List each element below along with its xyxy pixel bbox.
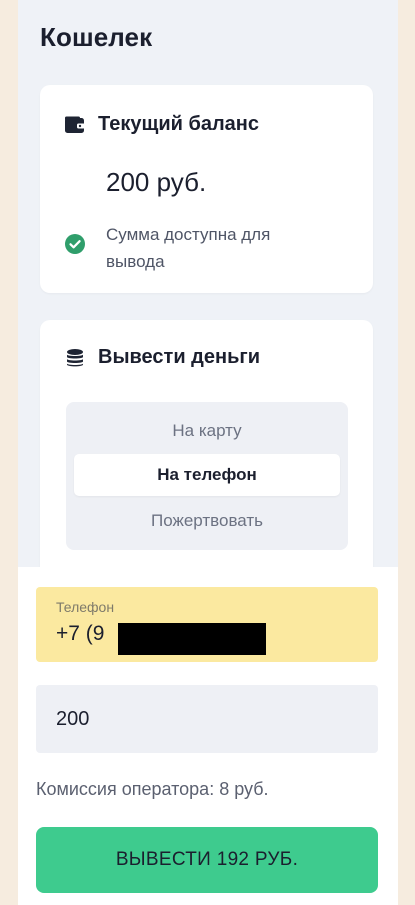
wallet-icon: [64, 114, 86, 136]
balance-card-header: Текущий баланс: [64, 113, 259, 136]
redaction-box: [118, 623, 266, 655]
balance-card-title: Текущий баланс: [98, 113, 260, 135]
amount-input[interactable]: [56, 685, 356, 753]
option-donate[interactable]: Пожертвовать: [74, 500, 340, 542]
coins-icon: [64, 347, 86, 369]
balance-status-text: Сумма доступна для вывода: [106, 225, 271, 271]
withdraw-button[interactable]: ВЫВЕСТИ 192 РУБ.: [36, 827, 378, 893]
withdraw-method-selector: На карту На телефон Пожертвовать: [66, 402, 348, 550]
commission-text: Комиссия оператора: 8 руб.: [36, 779, 269, 799]
wallet-screen: Кошелек Текущий баланс 200 руб. Сумма до…: [18, 0, 398, 905]
balance-card: Текущий баланс 200 руб. Сумма доступна д…: [40, 85, 373, 293]
phone-field[interactable]: Телефон +7 (9: [36, 587, 378, 662]
phone-field-value[interactable]: +7 (9: [56, 622, 104, 646]
amount-field[interactable]: [36, 685, 378, 753]
withdraw-card: Вывести деньги На карту На телефон Пожер…: [40, 320, 373, 600]
option-phone[interactable]: На телефон: [74, 454, 340, 496]
withdraw-card-header: Вывести деньги: [64, 346, 260, 369]
balance-amount: 200 руб.: [106, 167, 207, 197]
option-card[interactable]: На карту: [74, 410, 340, 452]
page-title: Кошелек: [40, 22, 153, 52]
phone-field-label: Телефон: [56, 599, 115, 615]
withdraw-card-title: Вывести деньги: [98, 346, 261, 368]
check-circle-icon: [65, 234, 85, 254]
withdraw-form: Телефон +7 (9 Комиссия оператора: 8 руб.…: [18, 567, 398, 905]
balance-status: Сумма доступна для вывода: [64, 221, 354, 275]
